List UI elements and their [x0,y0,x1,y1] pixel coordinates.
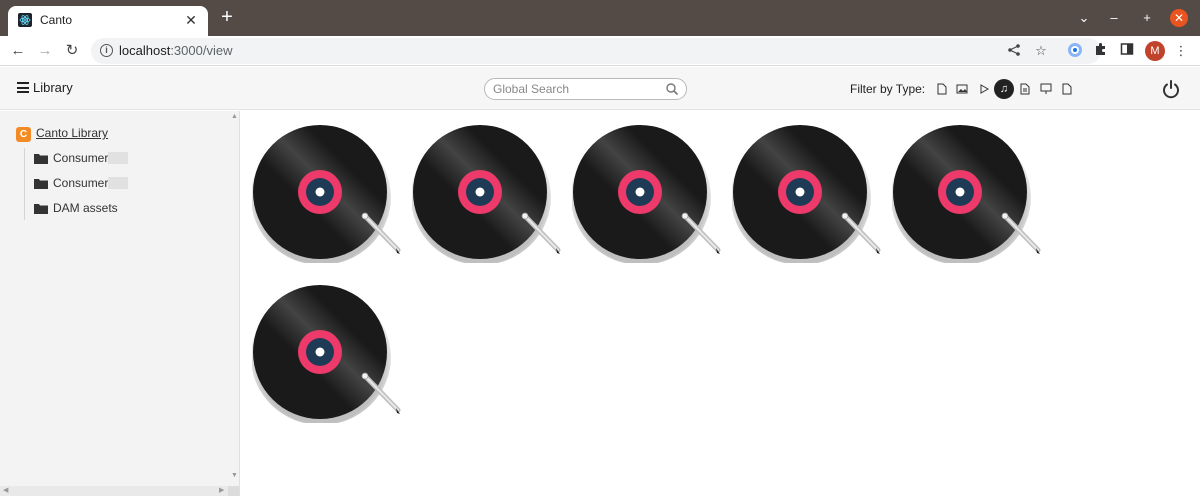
folder-label: DAM assets [53,201,118,215]
horizontal-scrollbar[interactable]: ◀ ▶ [0,486,239,496]
music-icon[interactable]: ♫ [994,79,1014,99]
app-header: Library Filter by Type: ♫ [0,67,1200,110]
window-close-button[interactable]: ✕ [1170,9,1188,27]
scroll-right-arrow[interactable]: ▶ [219,486,224,494]
blank-file-icon[interactable] [1057,79,1077,99]
share-icon[interactable] [1006,43,1022,59]
text-file-icon[interactable] [1015,79,1035,99]
play-icon[interactable] [974,79,994,99]
new-tab-button[interactable]: + [218,7,236,27]
vinyl-record-icon [891,125,1041,265]
asset-thumbnail[interactable] [571,123,722,265]
folder-icon [34,179,48,189]
redacted-block [108,152,128,164]
vinyl-record-icon [251,125,401,265]
image-icon[interactable] [952,79,972,99]
asset-grid [241,111,1200,496]
presentation-icon[interactable] [1036,79,1056,99]
reload-icon[interactable]: ↻ [63,42,81,60]
asset-thumbnail[interactable] [891,123,1042,265]
vinyl-record-icon [571,125,721,265]
folder-icon [34,204,48,214]
profile-avatar[interactable]: M [1145,41,1165,61]
browser-toolbar: ← → ↻ i localhost:3000/view ☆ M ⋮ [0,36,1200,66]
vinyl-record-icon [411,125,561,265]
browser-tabstrip: Canto ✕ + ⌄ – + ✕ [0,0,1200,36]
puzzle-extensions-icon[interactable] [1092,42,1110,60]
more-menu-icon[interactable]: ⋮ [1172,42,1190,60]
tab-close-icon[interactable]: ✕ [183,12,199,28]
forward-icon[interactable]: → [36,42,54,60]
bookmark-star-icon[interactable]: ☆ [1033,43,1049,59]
asset-thumbnail[interactable] [411,123,562,265]
chevron-down-icon[interactable]: ⌄ [1076,10,1092,26]
vinyl-record-icon [251,285,401,425]
extension-icon[interactable] [1066,42,1084,60]
info-icon[interactable]: i [100,44,113,57]
scroll-down-arrow[interactable]: ▼ [231,472,238,479]
global-search [484,78,687,100]
folder-icon [34,154,48,164]
maximize-icon[interactable]: + [1139,10,1155,26]
back-icon[interactable]: ← [9,42,27,60]
address-bar[interactable]: i localhost:3000/view ☆ [91,38,1101,64]
react-favicon-icon [18,13,32,27]
power-logout-icon[interactable] [1161,79,1181,99]
canto-logo-icon: C [16,127,31,142]
tree-guide-line [24,148,25,220]
sidebar: C Canto Library Consumer Consumer DAM as… [0,111,240,496]
scrollbar-corner [228,486,239,496]
asset-thumbnail[interactable] [251,123,402,265]
minimize-icon[interactable]: – [1106,10,1122,26]
folder-label: Consumer [53,151,109,165]
vinyl-record-icon [731,125,881,265]
search-icon[interactable] [665,82,679,96]
hamburger-menu-icon[interactable] [17,82,29,93]
scroll-up-arrow[interactable]: ▲ [231,113,238,120]
filter-label: Filter by Type: [850,82,926,96]
scroll-left-arrow[interactable]: ◀ [3,486,8,494]
asset-thumbnail[interactable] [251,283,402,425]
file-icon[interactable] [932,79,952,99]
folder-label: Consumer [53,176,109,190]
url-text: localhost:3000/view [119,43,233,58]
tab-title: Canto [40,13,73,27]
header-title[interactable]: Library [33,80,73,95]
tree-root-label[interactable]: Canto Library [36,126,108,140]
search-input[interactable] [493,81,663,97]
browser-tab[interactable]: Canto ✕ [8,6,208,36]
asset-thumbnail[interactable] [731,123,882,265]
side-panel-icon[interactable] [1118,42,1136,60]
redacted-block [108,177,128,189]
